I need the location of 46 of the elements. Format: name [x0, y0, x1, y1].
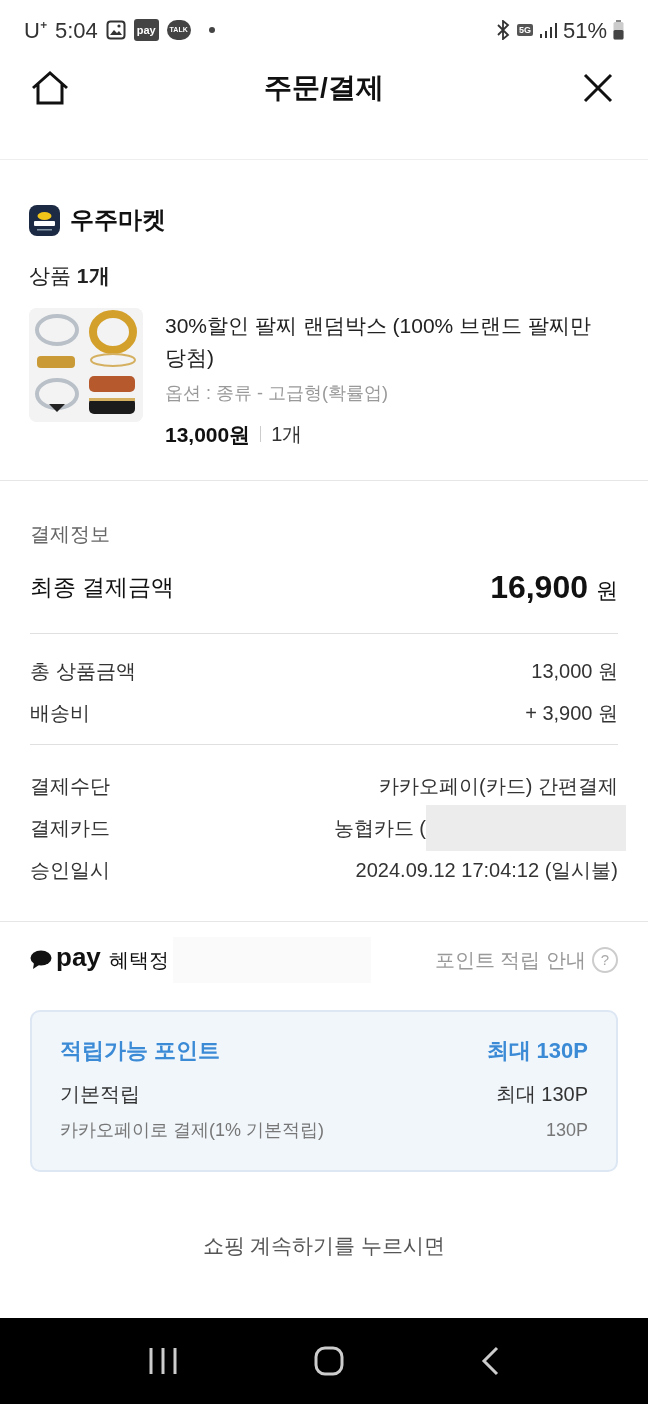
points-title: 적립가능 포인트 — [60, 1037, 221, 1065]
shop-name: 우주마켓 — [70, 205, 166, 235]
product-quantity: 1개 — [271, 422, 303, 448]
notification-icon: pay — [133, 19, 159, 41]
point-guide-link[interactable]: 포인트 적립 안내 ? — [434, 945, 618, 975]
carrier-label: U⁺ — [24, 16, 47, 45]
speech-bubble-icon — [30, 950, 52, 970]
pay-logo: pay — [56, 940, 101, 974]
total-label: 최종 결제금액 — [30, 572, 175, 602]
points-value: 130P — [545, 1119, 588, 1142]
shop-logo-icon — [29, 204, 60, 236]
amount-value: + 3,900 원 — [525, 701, 618, 726]
amount-value: 13,000 원 — [531, 659, 618, 684]
total-amount: 16,900 — [490, 568, 588, 607]
product-price: 13,000원 — [165, 421, 251, 448]
detail-value: 2024.09.12 17:04:12 (일시불) — [355, 858, 618, 883]
network-label: 5G — [516, 24, 533, 36]
detail-label: 승인일시 — [30, 858, 110, 883]
image-icon — [105, 20, 126, 40]
product-count: 상품 1개 — [29, 263, 111, 289]
bluetooth-icon — [494, 20, 511, 40]
detail-label: 결제카드 — [30, 816, 110, 841]
detail-value: 카카오페이(카드) 간편결제 — [379, 774, 618, 799]
product-title: 30%할인 팔찌 랜덤박스 (100% 브랜드 팔찌만 당첨) — [165, 312, 592, 371]
home-icon[interactable] — [314, 1346, 344, 1376]
signal-icon — [538, 21, 557, 39]
currency-unit: 원 — [596, 577, 618, 605]
detail-value: 농협카드 ( — [333, 816, 426, 841]
page-title: 주문/결제 — [264, 71, 384, 105]
recent-apps-icon[interactable] — [148, 1347, 178, 1375]
points-value: 최대 130P — [495, 1082, 588, 1107]
battery-percent: 51% — [562, 16, 607, 45]
help-icon: ? — [592, 947, 618, 973]
battery-icon — [613, 20, 624, 40]
benefits-title: 혜택정 — [108, 948, 169, 973]
footer-note: 쇼핑 계속하기를 누르시면 — [201, 1233, 447, 1259]
points-max: 최대 130P — [486, 1037, 588, 1065]
points-label: 기본적립 — [60, 1082, 140, 1107]
back-icon[interactable] — [480, 1346, 500, 1376]
amount-label: 총 상품금액 — [30, 659, 136, 684]
amount-label: 배송비 — [30, 701, 90, 726]
section-heading: 결제정보 — [30, 522, 111, 547]
clock-time: 5:04 — [54, 16, 98, 45]
points-label: 카카오페이로 결제(1% 기본적립) — [60, 1119, 324, 1142]
product-option: 옵션 : 종류 - 고급형(확률업) — [165, 379, 601, 407]
detail-label: 결제수단 — [30, 774, 110, 799]
